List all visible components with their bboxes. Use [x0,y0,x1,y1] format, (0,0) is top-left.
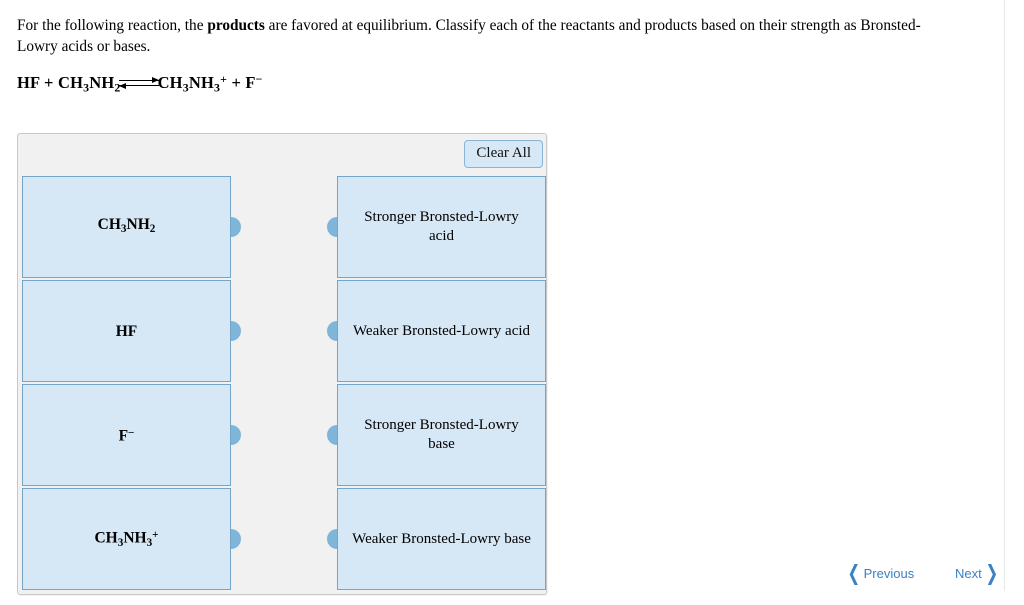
equation-product-2: F− [245,72,263,92]
question-prompt: For the following reaction, the products… [17,15,955,57]
category-card-weaker-base[interactable]: Weaker Bronsted-Lowry base [327,488,546,590]
previous-button[interactable]: ❮ Previous [845,563,914,584]
matching-widget: Clear All CH3NH2 HF F− CH3NH3+ Stronger … [17,133,547,595]
equation-product-1: CH3NH3+ [157,72,228,95]
connector-nub-icon[interactable] [327,425,337,445]
widget-toolbar: Clear All [464,140,543,170]
previous-button-label: Previous [863,566,915,581]
connector-nub-icon[interactable] [327,321,337,341]
chemical-equation: HF + CH3NH2 CH3NH3+ + F− [17,72,263,95]
equation-plus-1: + [39,72,58,92]
connector-nub-icon[interactable] [231,425,241,445]
matching-columns: CH3NH2 HF F− CH3NH3+ Stronger Bronsted-L… [18,176,546,596]
equation-reactant-2: CH3NH2 [57,72,121,95]
category-card-stronger-acid[interactable]: Stronger Bronsted-Lowry acid [327,176,546,278]
species-column: CH3NH2 HF F− CH3NH3+ [22,176,241,592]
equation-reactant-1: HF [17,72,40,92]
category-card-label: Stronger Bronsted-Lowry base [364,417,519,452]
species-card-methylammonium[interactable]: CH3NH3+ [22,488,241,590]
next-button[interactable]: Next ❯ [955,563,1000,584]
species-card-methylamine[interactable]: CH3NH2 [22,176,241,278]
species-card-fluoride-ion[interactable]: F− [22,384,241,486]
species-card-label: CH3NH2 [97,215,156,236]
category-card-label: Weaker Bronsted-Lowry base [352,530,531,547]
species-card-label: HF [115,322,138,340]
prompt-text-part1: For the following reaction, the [17,17,208,34]
species-card-label: F− [118,427,135,445]
connector-nub-icon[interactable] [231,529,241,549]
connector-nub-icon[interactable] [231,217,241,237]
category-card-weaker-acid[interactable]: Weaker Bronsted-Lowry acid [327,280,546,382]
question-navigation: ❮ Previous Next ❯ [845,563,997,589]
prompt-emphasis: products [207,17,265,34]
category-card-label: Stronger Bronsted-Lowry acid [364,209,519,244]
category-column: Stronger Bronsted-Lowry acid Weaker Bron… [327,176,546,592]
connector-nub-icon[interactable] [327,529,337,549]
category-card-stronger-base[interactable]: Stronger Bronsted-Lowry base [327,384,546,486]
species-card-hydrogen-fluoride[interactable]: HF [22,280,241,382]
equation-plus-2: + [227,72,246,92]
next-button-label: Next [955,566,982,581]
chevron-left-icon: ❮ [847,562,861,585]
category-card-label: Weaker Bronsted-Lowry acid [352,322,531,339]
connector-nub-icon[interactable] [231,321,241,341]
equilibrium-arrow-icon [118,77,159,91]
clear-all-button[interactable]: Clear All [464,140,543,168]
chevron-right-icon: ❯ [985,562,998,585]
species-card-label: CH3NH3+ [94,528,159,549]
connector-nub-icon[interactable] [327,217,337,237]
